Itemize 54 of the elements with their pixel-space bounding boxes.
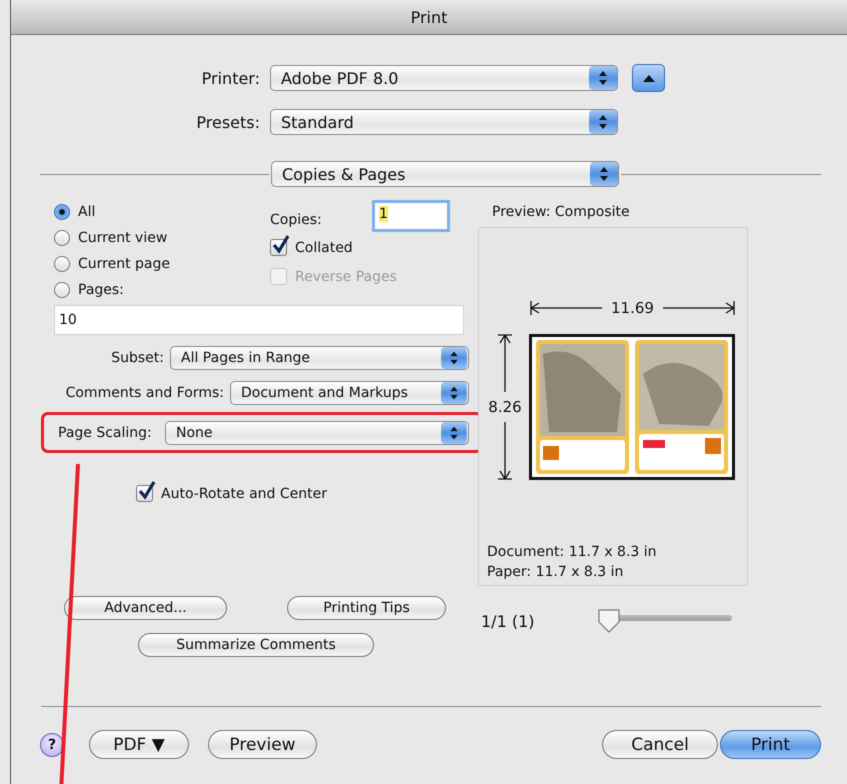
stepper-icon (440, 347, 468, 369)
option-popup[interactable]: None (165, 420, 469, 444)
popup-label: Page Scaling: (58, 424, 152, 440)
preview-button[interactable]: Preview (208, 730, 317, 759)
window-title: Print (410, 8, 448, 26)
triangle-up-icon (642, 73, 656, 83)
dimension-line (498, 422, 512, 480)
checkbox-label: Reverse Pages (295, 268, 397, 284)
printer-popup[interactable]: Adobe PDF 8.0 (270, 65, 618, 91)
checkbox-label: Collated (295, 240, 353, 256)
radio-label: Pages: (78, 282, 124, 298)
checkbox-label: Auto-Rotate and Center (161, 486, 328, 502)
option-popup[interactable]: Document and Markups (230, 381, 469, 405)
document-size: Document: 11.7 x 8.3 in (487, 544, 658, 562)
popup-label: Comments and Forms: (66, 385, 224, 401)
radio-label: All (78, 204, 96, 220)
stepper-icon (589, 110, 617, 134)
radio-button[interactable] (54, 282, 70, 298)
copies-field[interactable]: 1 (372, 200, 450, 232)
presets-label: Presets: (195, 112, 260, 132)
width-value: 11.69 (610, 299, 655, 317)
radio-button[interactable] (54, 230, 70, 246)
radio-label: Current page (78, 256, 170, 272)
radio-label: Current view (78, 230, 168, 246)
presets-popup[interactable]: Standard (270, 109, 618, 135)
slider-thumb[interactable] (596, 608, 620, 634)
paper-size: Paper: 11.7 x 8.3 in (487, 564, 624, 582)
stepper-icon (440, 422, 468, 444)
pages-field[interactable]: 10 (54, 305, 464, 335)
preview-title: Preview: Composite (492, 204, 631, 222)
radio-button[interactable] (54, 204, 70, 220)
popup-label: Subset: (111, 350, 164, 366)
dimension-line (663, 301, 735, 315)
stepper-icon (589, 66, 617, 90)
dialog-button[interactable]: Advanced... (64, 596, 227, 620)
printer-label: Printer: (200, 68, 260, 88)
option-popup[interactable]: All Pages in Range (170, 346, 469, 370)
print-button[interactable]: Print (720, 730, 821, 759)
page-count: 1/1 (1) (481, 612, 534, 630)
panel-popup[interactable]: Copies & Pages (271, 161, 619, 187)
cancel-button[interactable]: Cancel (602, 730, 718, 759)
dialog-button[interactable]: Summarize Comments (138, 633, 374, 657)
copies-label: Copies: (270, 212, 323, 228)
pdf-button[interactable]: PDF ▼ (89, 730, 189, 759)
stepper-icon (590, 162, 618, 186)
page-slider[interactable] (596, 608, 732, 634)
stepper-icon (440, 382, 468, 404)
dimension-line (530, 301, 602, 315)
collapse-button[interactable] (632, 64, 665, 92)
radio-button[interactable] (54, 256, 70, 272)
help-button[interactable]: ? (40, 732, 64, 756)
height-value: 8.26 (488, 397, 522, 418)
dialog-button[interactable]: Printing Tips (287, 596, 446, 620)
dimension-line (498, 334, 512, 392)
